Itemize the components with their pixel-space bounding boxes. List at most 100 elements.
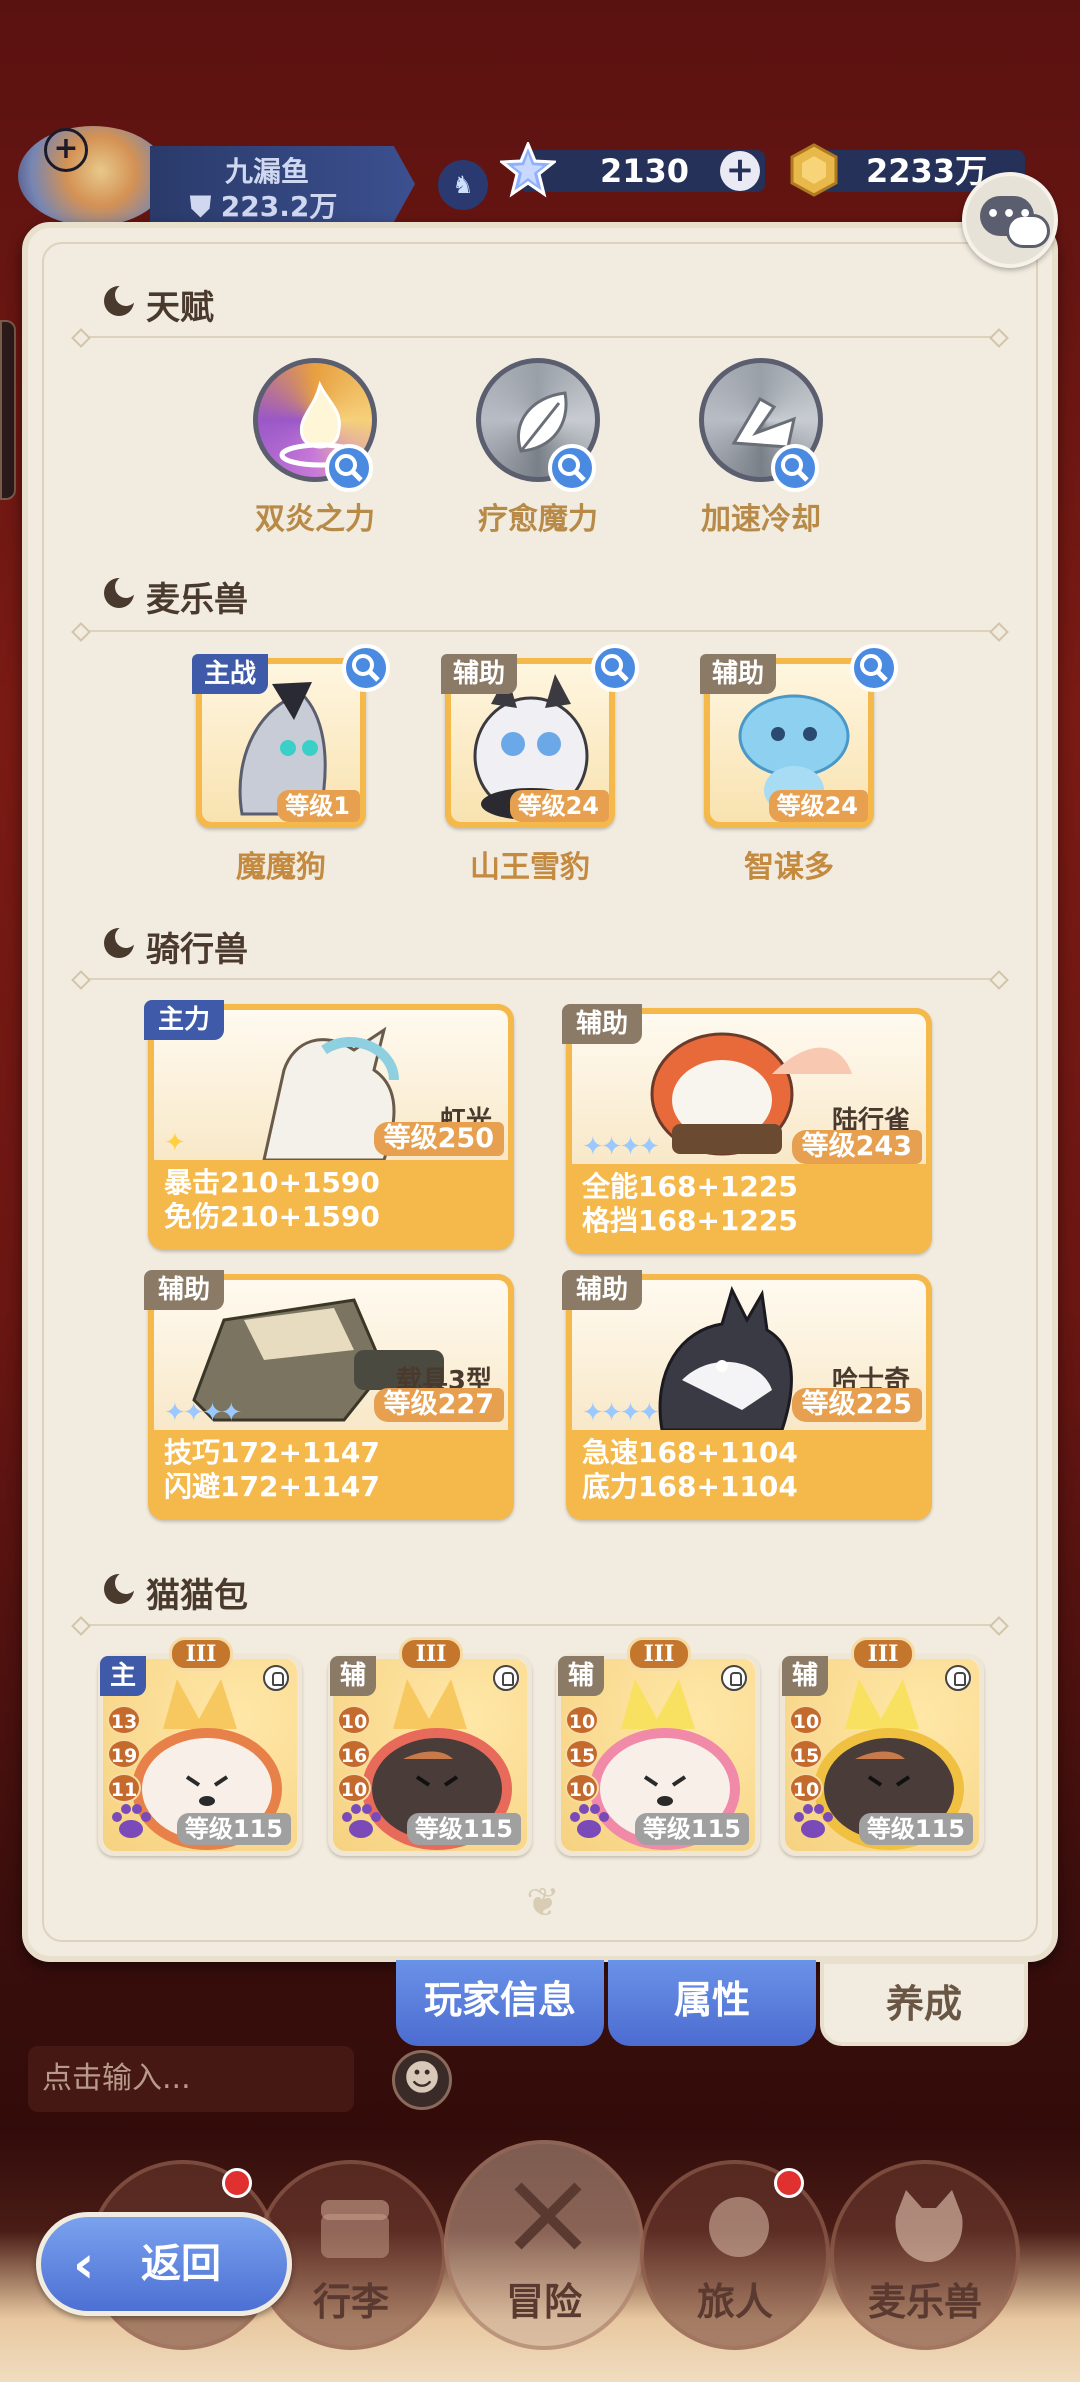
cat-emblem-icon: ❦ [526, 1880, 560, 1926]
cat-attribute-value: 16 [337, 1739, 371, 1769]
cat-role-tag: 辅 [558, 1656, 605, 1696]
pet-role-tag: 主战 [192, 654, 269, 694]
cat-card[interactable]: III 辅 10 16 10 等级115 [328, 1637, 532, 1856]
emoji-icon[interactable]: ☻ [392, 2050, 452, 2110]
talent-name: 双炎之力 [255, 502, 375, 537]
mount-stat: 技巧172+1147 [164, 1436, 380, 1469]
cat-attribute-values: 10 15 10 [565, 1705, 599, 1807]
chest-icon [321, 2200, 389, 2258]
lock-icon[interactable] [263, 1665, 289, 1691]
mount-stat: 免伤210+1590 [164, 1200, 380, 1233]
player-name: 九漏鱼 [225, 155, 310, 188]
magnifier-icon[interactable] [771, 444, 819, 492]
tab-player-info[interactable]: 玩家信息 [396, 1960, 604, 2046]
add-gems-button[interactable]: + [720, 151, 760, 191]
mount-stats: 暴击210+1590 免伤210+1590 [154, 1160, 508, 1240]
chat-button[interactable]: ••• [962, 172, 1058, 268]
pet-level: 等级1 [277, 790, 360, 822]
pet-level: 等级24 [509, 790, 609, 822]
pet-name: 山王雪豹 [470, 850, 590, 885]
nav-label: 冒险 [505, 2280, 582, 2324]
cat-attribute-value: 19 [107, 1739, 141, 1769]
crescent-moon-icon [104, 926, 136, 958]
section-title-pets: 麦乐兽 [146, 580, 248, 620]
star-rating-icon: ✦✦✦✦ [582, 1132, 660, 1162]
pet-level: 等级24 [768, 790, 868, 822]
lock-icon[interactable] [721, 1665, 747, 1691]
mount-stat: 闪避172+1147 [164, 1470, 380, 1503]
mount-stat: 急速168+1104 [582, 1436, 798, 1469]
pet-card[interactable]: 等级24 辅助 智谋多 [700, 644, 898, 886]
tab-cultivation[interactable]: 养成 [820, 1960, 1028, 2046]
mount-card[interactable]: ✦✦✦✦ 哈士奇 等级225 急速168+1104 底力168+1104 辅助 [562, 1270, 932, 1520]
star-rating-icon: ✦ [164, 1128, 186, 1158]
magnifier-icon[interactable] [325, 444, 373, 492]
cat-attribute-value: 13 [107, 1705, 141, 1735]
player-power: ⛊ 223.2万 [190, 190, 338, 223]
cat-head-icon [895, 2190, 963, 2262]
back-arrow-icon: ‹ [73, 2235, 95, 2295]
cat-card[interactable]: III 主 13 19 11 等级115 [98, 1637, 302, 1856]
nav-label: 旅人 [696, 2280, 773, 2324]
mount-stats: 技巧172+1147 闪避172+1147 [154, 1430, 508, 1510]
section-divider [80, 336, 1000, 338]
tab-attributes[interactable]: 属性 [608, 1960, 816, 2046]
cat-level: 等级115 [176, 1813, 291, 1845]
section-divider [80, 978, 1000, 980]
cat-tier-badge: III [627, 1637, 691, 1671]
gold-value: 2233万 [866, 152, 988, 190]
star-rating-icon: ✦✦✦✦ [164, 1398, 242, 1428]
guild-icon[interactable]: ♞ [438, 160, 488, 210]
cat-role-tag: 辅 [782, 1656, 829, 1696]
talent-item[interactable]: 加速冷却 [661, 358, 861, 538]
pet-name: 魔魔狗 [236, 850, 326, 885]
talent-item[interactable]: 疗愈魔力 [438, 358, 638, 538]
pet-card[interactable]: 等级1 主战 魔魔狗 [192, 644, 390, 886]
magnifier-icon[interactable] [342, 644, 390, 692]
crescent-moon-icon [104, 576, 136, 608]
cat-card[interactable]: III 辅 10 15 10 等级115 [780, 1637, 984, 1856]
back-button[interactable]: ‹ 返回 [36, 2212, 292, 2316]
cat-attribute-values: 13 19 11 [107, 1705, 141, 1807]
talent-name: 加速冷却 [701, 502, 821, 537]
gem-value: 2130 [600, 152, 690, 190]
chat-input[interactable]: 点击输入... [28, 2046, 354, 2112]
pet-card[interactable]: 等级24 辅助 山王雪豹 [441, 644, 639, 886]
mount-level: 等级227 [373, 1388, 504, 1422]
magnifier-icon[interactable] [548, 444, 596, 492]
player-avatar[interactable] [18, 126, 168, 226]
back-label: 返回 [141, 2241, 221, 2287]
lock-icon[interactable] [945, 1665, 971, 1691]
star-rating-icon: ✦✦✦✦ [582, 1398, 660, 1428]
mount-stat: 暴击210+1590 [164, 1166, 380, 1199]
cat-level: 等级115 [634, 1813, 749, 1845]
mount-card[interactable]: ✦✦✦✦ 载具3型 等级227 技巧172+1147 闪避172+1147 辅助 [144, 1270, 514, 1520]
cat-role-tag: 辅 [330, 1656, 377, 1696]
cat-attribute-value: 10 [789, 1773, 823, 1803]
crescent-moon-icon [104, 284, 136, 316]
magnifier-icon[interactable] [850, 644, 898, 692]
cat-card[interactable]: III 辅 10 15 10 等级115 [556, 1637, 760, 1856]
side-drawer-handle[interactable] [0, 320, 16, 500]
section-divider [80, 630, 1000, 632]
cat-attribute-value: 11 [107, 1773, 141, 1803]
mount-card[interactable]: ✦✦✦✦ 陆行雀 等级243 全能168+1225 格挡168+1225 辅助 [562, 1004, 932, 1254]
nav-traveler[interactable]: 旅人 [640, 2160, 830, 2350]
lock-icon[interactable] [493, 1665, 519, 1691]
crescent-moon-icon [104, 1572, 136, 1604]
mount-stats: 全能168+1225 格挡168+1225 [572, 1164, 926, 1244]
pet-role-tag: 辅助 [700, 654, 777, 694]
nav-pets[interactable]: 麦乐兽 [830, 2160, 1020, 2350]
mount-stats: 急速168+1104 底力168+1104 [572, 1430, 926, 1510]
talent-item[interactable]: 双炎之力 [215, 358, 415, 538]
mount-card[interactable]: ✦ 虹光 等级250 暴击210+1590 免伤210+1590 主力 [144, 1000, 514, 1250]
paw-icon [112, 1804, 151, 1838]
top-bar: + 九漏鱼 ⛊ 223.2万 ♞ 2130 + 2233万 [0, 0, 1080, 230]
notification-dot [774, 2168, 804, 2198]
mount-stat: 全能168+1225 [582, 1170, 798, 1203]
nav-adventure[interactable]: 冒险 [444, 2140, 644, 2350]
mount-level: 等级250 [373, 1122, 504, 1156]
pet-role-tag: 辅助 [441, 654, 518, 694]
magnifier-icon[interactable] [591, 644, 639, 692]
cat-level: 等级115 [406, 1813, 521, 1845]
